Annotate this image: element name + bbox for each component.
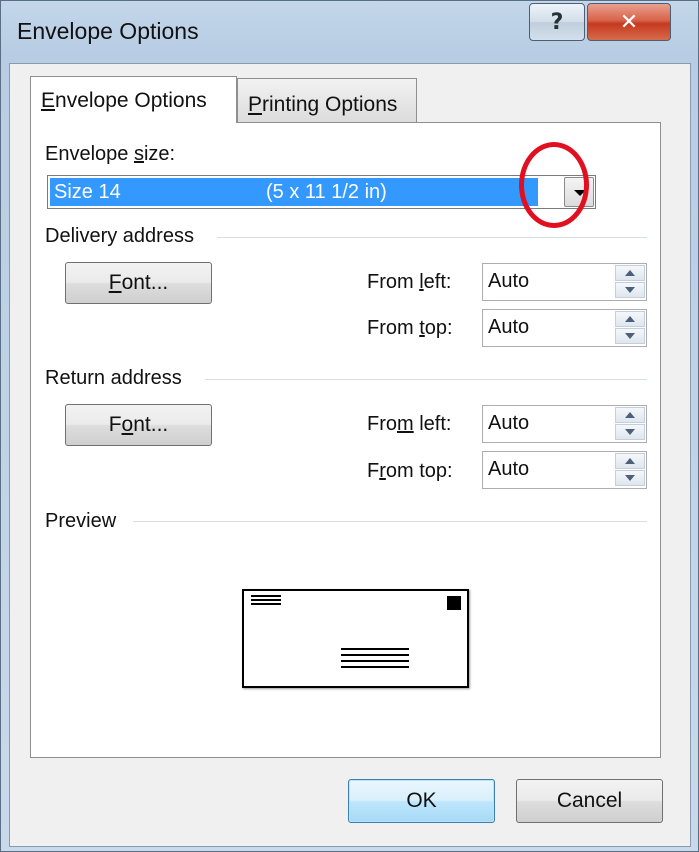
spin-buttons [615, 453, 645, 487]
dropdown-arrow-icon[interactable] [564, 177, 594, 207]
spin-buttons [615, 407, 645, 441]
delivery-address-line [341, 666, 409, 668]
spin-down-icon[interactable] [615, 424, 645, 440]
envelope-size-selected: Size 14 (5 x 11 1/2 in) [50, 178, 538, 206]
dialog-title: Envelope Options [17, 18, 199, 44]
delivery-font-button[interactable]: Font... [65, 262, 212, 304]
delivery-from-left-spinner[interactable]: Auto [482, 263, 647, 301]
delivery-from-top-spinner[interactable]: Auto [482, 309, 647, 347]
return-from-left-value[interactable]: Auto [488, 412, 529, 435]
close-button[interactable]: ✕ [587, 3, 671, 41]
delivery-from-top-label: From top: [367, 317, 453, 339]
envelope-size-dims: (5 x 11 1/2 in) [266, 181, 387, 203]
delivery-from-top-value[interactable]: Auto [488, 316, 529, 339]
stamp-icon [447, 596, 461, 610]
return-from-left-label: From left: [367, 413, 452, 435]
return-from-top-label: From top: [367, 460, 453, 482]
envelope-size-name: Size 14 [54, 181, 121, 203]
envelope-size-dropdown[interactable]: Size 14 (5 x 11 1/2 in) [47, 175, 596, 209]
return-address-line [251, 595, 281, 597]
return-address-heading: Return address [45, 367, 182, 389]
spin-up-icon[interactable] [615, 265, 645, 281]
envelope-options-dialog: Envelope Options ? ✕ Envelope Options Pr… [0, 0, 699, 852]
spin-down-icon[interactable] [615, 282, 645, 298]
delivery-address-heading: Delivery address [45, 225, 194, 247]
delivery-address-line [341, 648, 409, 650]
return-address-line [251, 599, 281, 601]
return-divider [205, 379, 647, 380]
delivery-from-left-value[interactable]: Auto [488, 270, 529, 293]
return-from-left-spinner[interactable]: Auto [482, 405, 647, 443]
title-bar: Envelope Options ? ✕ [1, 1, 698, 63]
return-address-line [251, 603, 281, 605]
close-icon: ✕ [619, 9, 639, 35]
spin-up-icon[interactable] [615, 311, 645, 327]
return-from-top-spinner[interactable]: Auto [482, 451, 647, 489]
envelope-size-label: Envelope size: [45, 143, 176, 165]
spin-buttons [615, 265, 645, 299]
cancel-button[interactable]: Cancel [516, 779, 663, 823]
spin-down-icon[interactable] [615, 328, 645, 344]
spin-down-icon[interactable] [615, 470, 645, 486]
tab-printing-options[interactable]: Printing Options [237, 78, 417, 122]
envelope-preview[interactable] [242, 589, 469, 688]
return-font-button[interactable]: Font... [65, 404, 212, 446]
help-icon: ? [550, 9, 564, 35]
delivery-address-line [341, 654, 409, 656]
help-button[interactable]: ? [529, 3, 585, 41]
return-from-top-value[interactable]: Auto [488, 458, 529, 481]
delivery-divider [217, 237, 647, 238]
delivery-address-line [341, 660, 409, 662]
spin-up-icon[interactable] [615, 407, 645, 423]
ok-button[interactable]: OK [348, 779, 495, 823]
tab-envelope-options[interactable]: Envelope Options [30, 76, 237, 123]
spin-buttons [615, 311, 645, 345]
spin-up-icon[interactable] [615, 453, 645, 469]
preview-divider [133, 521, 647, 522]
preview-heading: Preview [45, 510, 117, 532]
delivery-from-left-label: From left: [367, 271, 452, 293]
